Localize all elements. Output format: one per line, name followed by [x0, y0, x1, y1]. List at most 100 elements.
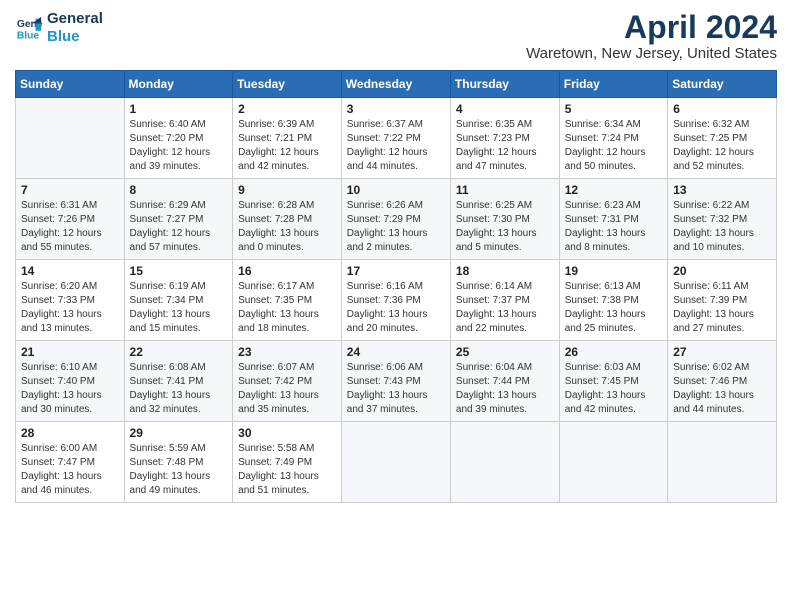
day-number: 17 [347, 264, 445, 278]
calendar-cell: 21Sunrise: 6:10 AMSunset: 7:40 PMDayligh… [16, 341, 125, 422]
day-detail: Sunrise: 6:28 AMSunset: 7:28 PMDaylight:… [238, 199, 336, 255]
day-number: 16 [238, 264, 336, 278]
calendar-day-header: Saturday [668, 71, 777, 98]
day-number: 10 [347, 183, 445, 197]
page-header: General Blue General Blue April 2024 War… [15, 10, 777, 62]
day-detail: Sunrise: 6:03 AMSunset: 7:45 PMDaylight:… [565, 361, 662, 417]
day-number: 8 [130, 183, 228, 197]
calendar-week-row: 28 Sunrise: 6:00 AMSunset: 7:47 PMDayligh… [16, 422, 777, 503]
calendar-table: SundayMondayTuesdayWednesdayThursdayFrid… [15, 70, 777, 503]
day-detail: Sunrise: 6:32 AMSunset: 7:25 PMDaylight:… [673, 118, 771, 174]
calendar-cell: 22Sunrise: 6:08 AMSunset: 7:41 PMDayligh… [124, 341, 233, 422]
calendar-day-header: Tuesday [233, 71, 342, 98]
day-number: 11 [456, 183, 554, 197]
day-number: 18 [456, 264, 554, 278]
calendar-cell: 13 Sunrise: 6:22 AMSunset: 7:32 PMDayligh… [668, 179, 777, 260]
calendar-cell: 7 Sunrise: 6:31 AMSunset: 7:26 PMDaylight… [16, 179, 125, 260]
calendar-header-row: SundayMondayTuesdayWednesdayThursdayFrid… [16, 71, 777, 98]
calendar-cell: 5 Sunrise: 6:34 AMSunset: 7:24 PMDaylight… [559, 98, 667, 179]
day-number: 9 [238, 183, 336, 197]
calendar-cell: 24 Sunrise: 6:06 AMSunset: 7:43 PMDayligh… [341, 341, 450, 422]
calendar-week-row: 14Sunrise: 6:20 AMSunset: 7:33 PMDayligh… [16, 260, 777, 341]
day-detail: Sunrise: 6:00 AMSunset: 7:47 PMDaylight:… [21, 442, 119, 498]
calendar-day-header: Monday [124, 71, 233, 98]
calendar-cell: 3 Sunrise: 6:37 AMSunset: 7:22 PMDaylight… [341, 98, 450, 179]
calendar-cell [450, 422, 559, 503]
day-detail: Sunrise: 6:14 AMSunset: 7:37 PMDaylight:… [456, 280, 554, 336]
calendar-cell: 19 Sunrise: 6:13 AMSunset: 7:38 PMDayligh… [559, 260, 667, 341]
calendar-cell [559, 422, 667, 503]
day-number: 3 [347, 102, 445, 116]
day-detail: Sunrise: 6:34 AMSunset: 7:24 PMDaylight:… [565, 118, 662, 174]
page-subtitle: Waretown, New Jersey, United States [526, 45, 777, 62]
calendar-cell: 18 Sunrise: 6:14 AMSunset: 7:37 PMDayligh… [450, 260, 559, 341]
day-detail: Sunrise: 6:26 AMSunset: 7:29 PMDaylight:… [347, 199, 445, 255]
day-detail: Sunrise: 5:59 AMSunset: 7:48 PMDaylight:… [130, 442, 228, 498]
day-detail: Sunrise: 6:06 AMSunset: 7:43 PMDaylight:… [347, 361, 445, 417]
day-number: 6 [673, 102, 771, 116]
day-number: 19 [565, 264, 662, 278]
day-detail: Sunrise: 6:39 AMSunset: 7:21 PMDaylight:… [238, 118, 336, 174]
calendar-day-header: Sunday [16, 71, 125, 98]
calendar-cell: 15 Sunrise: 6:19 AMSunset: 7:34 PMDayligh… [124, 260, 233, 341]
day-number: 2 [238, 102, 336, 116]
svg-text:Blue: Blue [17, 30, 40, 41]
day-number: 13 [673, 183, 771, 197]
calendar-cell: 4 Sunrise: 6:35 AMSunset: 7:23 PMDaylight… [450, 98, 559, 179]
day-number: 5 [565, 102, 662, 116]
day-number: 21 [21, 345, 119, 359]
day-number: 25 [456, 345, 554, 359]
day-detail: Sunrise: 6:37 AMSunset: 7:22 PMDaylight:… [347, 118, 445, 174]
logo-icon: General Blue [15, 14, 43, 42]
calendar-cell: 12 Sunrise: 6:23 AMSunset: 7:31 PMDayligh… [559, 179, 667, 260]
day-detail: Sunrise: 6:16 AMSunset: 7:36 PMDaylight:… [347, 280, 445, 336]
day-detail: Sunrise: 5:58 AMSunset: 7:49 PMDaylight:… [238, 442, 336, 498]
day-number: 12 [565, 183, 662, 197]
day-detail: Sunrise: 6:22 AMSunset: 7:32 PMDaylight:… [673, 199, 771, 255]
day-detail: Sunrise: 6:17 AMSunset: 7:35 PMDaylight:… [238, 280, 336, 336]
day-detail: Sunrise: 6:02 AMSunset: 7:46 PMDaylight:… [673, 361, 771, 417]
calendar-cell: 28 Sunrise: 6:00 AMSunset: 7:47 PMDayligh… [16, 422, 125, 503]
day-detail: Sunrise: 6:19 AMSunset: 7:34 PMDaylight:… [130, 280, 228, 336]
day-number: 28 [21, 426, 119, 440]
calendar-cell: 10 Sunrise: 6:26 AMSunset: 7:29 PMDayligh… [341, 179, 450, 260]
calendar-cell: 14Sunrise: 6:20 AMSunset: 7:33 PMDayligh… [16, 260, 125, 341]
calendar-cell [341, 422, 450, 503]
calendar-cell: 16 Sunrise: 6:17 AMSunset: 7:35 PMDayligh… [233, 260, 342, 341]
calendar-day-header: Friday [559, 71, 667, 98]
day-number: 20 [673, 264, 771, 278]
calendar-cell: 2 Sunrise: 6:39 AMSunset: 7:21 PMDaylight… [233, 98, 342, 179]
day-detail: Sunrise: 6:23 AMSunset: 7:31 PMDaylight:… [565, 199, 662, 255]
calendar-cell: 30 Sunrise: 5:58 AMSunset: 7:49 PMDayligh… [233, 422, 342, 503]
calendar-week-row: 7 Sunrise: 6:31 AMSunset: 7:26 PMDaylight… [16, 179, 777, 260]
day-detail: Sunrise: 6:07 AMSunset: 7:42 PMDaylight:… [238, 361, 336, 417]
day-number: 7 [21, 183, 119, 197]
calendar-cell: 25 Sunrise: 6:04 AMSunset: 7:44 PMDayligh… [450, 341, 559, 422]
day-detail: Sunrise: 6:29 AMSunset: 7:27 PMDaylight:… [130, 199, 228, 255]
calendar-cell [668, 422, 777, 503]
day-number: 4 [456, 102, 554, 116]
calendar-day-header: Wednesday [341, 71, 450, 98]
logo: General Blue General Blue [15, 10, 103, 46]
calendar-week-row: 1 Sunrise: 6:40 AMSunset: 7:20 PMDaylight… [16, 98, 777, 179]
calendar-week-row: 21Sunrise: 6:10 AMSunset: 7:40 PMDayligh… [16, 341, 777, 422]
day-number: 24 [347, 345, 445, 359]
calendar-cell: 17 Sunrise: 6:16 AMSunset: 7:36 PMDayligh… [341, 260, 450, 341]
day-detail: Sunrise: 6:04 AMSunset: 7:44 PMDaylight:… [456, 361, 554, 417]
day-number: 30 [238, 426, 336, 440]
calendar-cell: 20Sunrise: 6:11 AMSunset: 7:39 PMDayligh… [668, 260, 777, 341]
calendar-cell [16, 98, 125, 179]
day-detail: Sunrise: 6:13 AMSunset: 7:38 PMDaylight:… [565, 280, 662, 336]
day-detail: Sunrise: 6:20 AMSunset: 7:33 PMDaylight:… [21, 280, 119, 336]
day-number: 15 [130, 264, 228, 278]
calendar-cell: 29Sunrise: 5:59 AMSunset: 7:48 PMDayligh… [124, 422, 233, 503]
calendar-cell: 8 Sunrise: 6:29 AMSunset: 7:27 PMDaylight… [124, 179, 233, 260]
day-detail: Sunrise: 6:25 AMSunset: 7:30 PMDaylight:… [456, 199, 554, 255]
page-title: April 2024 [526, 10, 777, 45]
day-detail: Sunrise: 6:35 AMSunset: 7:23 PMDaylight:… [456, 118, 554, 174]
day-detail: Sunrise: 6:40 AMSunset: 7:20 PMDaylight:… [130, 118, 228, 174]
day-number: 1 [130, 102, 228, 116]
calendar-cell: 1 Sunrise: 6:40 AMSunset: 7:20 PMDaylight… [124, 98, 233, 179]
day-detail: Sunrise: 6:31 AMSunset: 7:26 PMDaylight:… [21, 199, 119, 255]
day-number: 26 [565, 345, 662, 359]
